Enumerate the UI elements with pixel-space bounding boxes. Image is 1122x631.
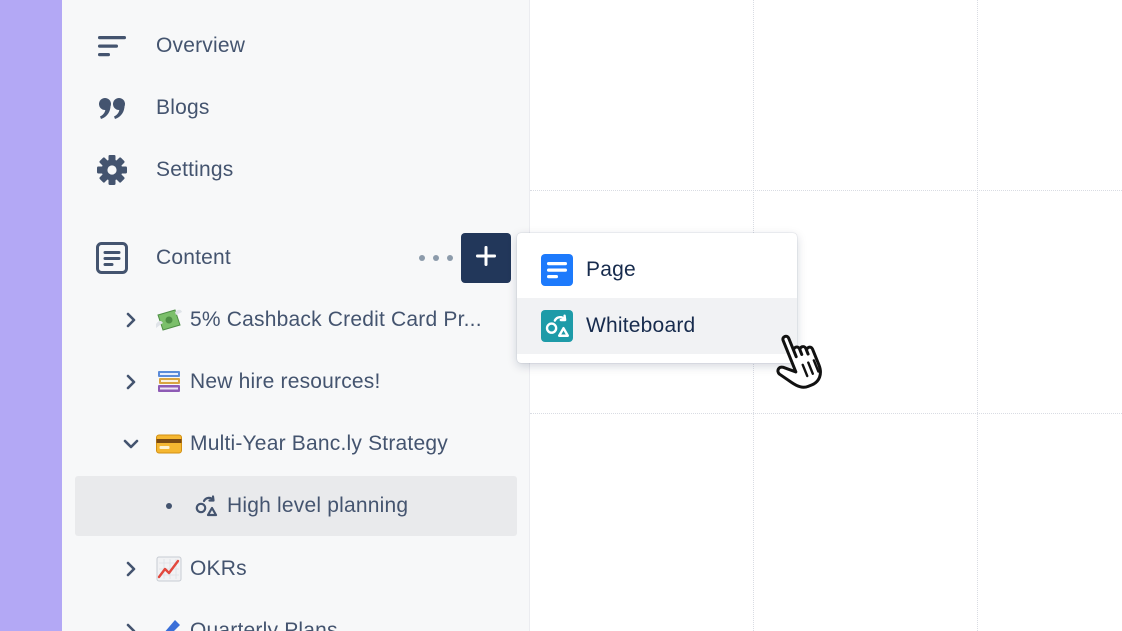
menu-item-page[interactable]: Page bbox=[517, 242, 797, 298]
writing-hand-icon bbox=[155, 617, 183, 631]
quote-icon bbox=[94, 90, 130, 126]
sidebar-item-overview[interactable]: Overview bbox=[62, 20, 529, 72]
sidebar-item-label: Settings bbox=[156, 158, 234, 181]
grid-line bbox=[530, 413, 1122, 414]
tree-item-label: High level planning bbox=[227, 494, 409, 517]
sidebar-item-content[interactable]: Content bbox=[62, 232, 529, 284]
tree-item-quarterly-plans[interactable]: Quarterly Plans bbox=[75, 601, 517, 631]
chevron-right-icon[interactable] bbox=[122, 622, 140, 631]
tree-item-label: Quarterly Plans bbox=[190, 619, 338, 631]
tree-item-label: New hire resources! bbox=[190, 370, 381, 393]
more-dots-icon[interactable] bbox=[419, 247, 453, 269]
menu-item-label: Whiteboard bbox=[586, 314, 696, 337]
page-icon bbox=[541, 254, 573, 286]
chevron-down-icon[interactable] bbox=[122, 435, 140, 453]
chevron-right-icon[interactable] bbox=[122, 311, 140, 329]
sidebar: Overview Blogs Settings Content 5% Cashb… bbox=[62, 0, 530, 631]
sidebar-item-label: Overview bbox=[156, 34, 246, 57]
tree-item-strategy[interactable]: Multi-Year Banc.ly Strategy bbox=[75, 414, 517, 474]
accent-strip bbox=[0, 0, 62, 631]
tree-item-cashback[interactable]: 5% Cashback Credit Card Pr... bbox=[75, 290, 517, 350]
money-with-wings-icon bbox=[155, 306, 183, 334]
bullet-icon bbox=[166, 503, 172, 509]
sidebar-item-label: Content bbox=[156, 246, 231, 269]
tree-item-new-hire[interactable]: New hire resources! bbox=[75, 352, 517, 412]
tree-item-high-level-planning[interactable]: High level planning bbox=[75, 476, 517, 536]
menu-item-label: Page bbox=[586, 258, 636, 281]
gear-icon bbox=[94, 152, 130, 188]
whiteboard-shapes-icon bbox=[194, 494, 218, 518]
chart-increasing-icon bbox=[155, 555, 183, 583]
menu-item-whiteboard[interactable]: Whiteboard bbox=[517, 298, 797, 354]
tree-item-label: 5% Cashback Credit Card Pr... bbox=[190, 308, 482, 331]
tree-item-label: Multi-Year Banc.ly Strategy bbox=[190, 432, 448, 455]
overview-lines-icon bbox=[94, 28, 130, 64]
chevron-right-icon[interactable] bbox=[122, 373, 140, 391]
whiteboard-icon bbox=[541, 310, 573, 342]
sidebar-item-label: Blogs bbox=[156, 96, 210, 119]
hand-pointer-cursor-icon bbox=[768, 324, 840, 396]
plus-icon bbox=[475, 245, 497, 272]
credit-card-icon bbox=[155, 430, 183, 458]
create-menu: Page Whiteboard bbox=[517, 233, 797, 363]
sidebar-item-blogs[interactable]: Blogs bbox=[62, 82, 529, 134]
document-icon bbox=[94, 240, 130, 276]
grid-line bbox=[530, 190, 1122, 191]
tree-item-label: OKRs bbox=[190, 557, 247, 580]
sidebar-item-settings[interactable]: Settings bbox=[62, 144, 529, 196]
chevron-right-icon[interactable] bbox=[122, 560, 140, 578]
create-content-button[interactable] bbox=[461, 233, 511, 283]
tree-item-okrs[interactable]: OKRs bbox=[75, 539, 517, 599]
books-icon bbox=[155, 368, 183, 396]
grid-line bbox=[977, 0, 978, 631]
